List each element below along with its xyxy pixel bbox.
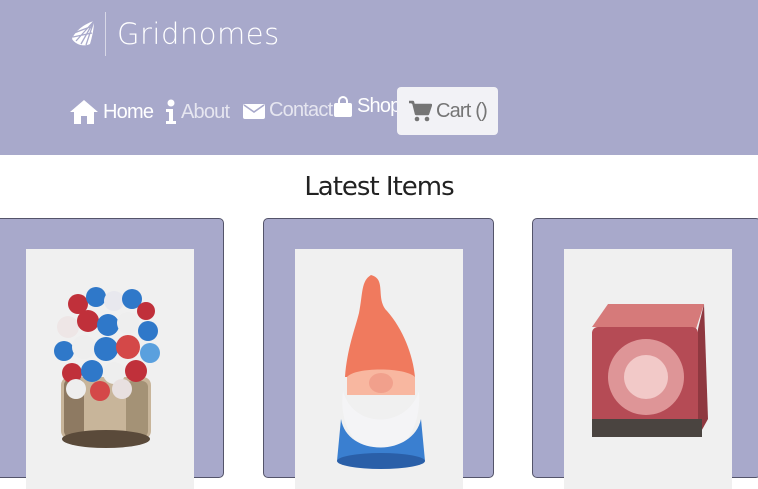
resin-cube-illustration xyxy=(592,304,708,437)
brand[interactable]: Gridnomes xyxy=(70,12,280,56)
nav-about[interactable]: About xyxy=(165,99,230,125)
nav-about-label: About xyxy=(181,100,230,123)
home-icon xyxy=(70,100,98,124)
shopping-cart-icon xyxy=(408,100,432,122)
product-card[interactable] xyxy=(532,218,758,489)
nav-cart-label: Cart () xyxy=(435,99,488,122)
nav-contact[interactable]: Contact xyxy=(243,99,333,122)
product-card[interactable] xyxy=(263,218,494,489)
gnome-figurine-illustration xyxy=(337,275,425,469)
nav-contact-label: Contact xyxy=(269,99,333,121)
shopping-bag-icon xyxy=(334,95,352,117)
product-image-marble-sculpture[interactable] xyxy=(26,249,194,489)
brand-divider xyxy=(105,12,106,56)
product-image-gnome[interactable] xyxy=(295,249,463,489)
product-image-resin-cube[interactable] xyxy=(564,249,732,489)
nav-shop-label: Shop xyxy=(357,95,401,117)
latest-items-title: Latest Items xyxy=(304,172,454,202)
marble-sculpture-illustration xyxy=(54,287,160,448)
nav-home[interactable]: Home xyxy=(69,99,154,125)
nav-cart-button[interactable]: Cart () xyxy=(397,87,498,135)
envelope-icon xyxy=(243,103,265,119)
site-header: Gridnomes Home About Contact Shop Cart (… xyxy=(0,0,758,155)
brand-name[interactable]: Gridnomes xyxy=(117,17,280,51)
product-card[interactable] xyxy=(0,218,224,489)
main-nav: Home About Contact Shop Cart () xyxy=(0,87,758,135)
nav-home-label: Home xyxy=(103,100,154,123)
nav-shop[interactable]: Shop xyxy=(333,95,401,118)
butterfly-wing-icon xyxy=(72,20,95,46)
info-icon xyxy=(166,99,176,124)
